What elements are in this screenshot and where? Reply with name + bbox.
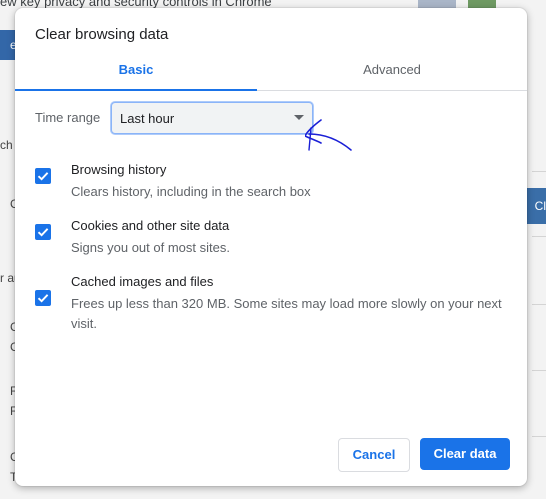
tab-basic[interactable]: Basic [15,56,257,91]
cancel-button[interactable]: Cancel [338,438,410,472]
background-divider [532,304,546,305]
option-description: Frees up less than 320 MB. Some sites ma… [71,296,502,331]
checkmark-icon [37,172,49,181]
option-title: Cookies and other site data [71,218,230,233]
tab-bar: Basic Advanced [15,56,527,91]
background-tile [468,0,496,8]
option-title: Cached images and files [71,274,214,289]
hand-drawn-arrow-annotation [305,119,352,151]
dialog-title: Clear browsing data [35,26,169,43]
tab-advanced[interactable]: Advanced [257,56,527,90]
option-description: Signs you out of most sites. [71,240,230,255]
time-range-label: Time range [35,110,101,125]
checkmark-icon [37,294,49,303]
cookies-checkbox[interactable] [35,224,51,240]
dropdown-arrow-icon [294,115,304,120]
checkmark-icon [37,228,49,237]
background-divider [532,436,546,437]
background-divider [532,236,546,237]
background-text: ch [0,138,13,152]
background-divider [532,370,546,371]
time-range-value: Last hour [120,111,175,126]
background-divider [532,171,546,172]
background-button: Cl [524,188,546,224]
clear-data-button[interactable]: Clear data [420,438,510,470]
option-title: Browsing history [71,162,167,177]
browsing-history-checkbox[interactable] [35,168,51,184]
cached-images-checkbox[interactable] [35,290,51,306]
clear-browsing-data-dialog: Clear browsing data Basic Advanced Time … [15,8,527,486]
option-description: Clears history, including in the search … [71,184,311,199]
background-tile [418,0,456,8]
time-range-select[interactable]: Last hour [111,102,313,134]
